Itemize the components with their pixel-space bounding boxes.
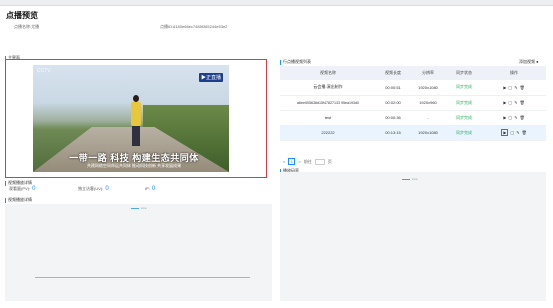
live-badge: ▶正直播 xyxy=(198,73,223,82)
section-marker xyxy=(5,197,6,203)
page-number[interactable]: 1 xyxy=(288,158,296,165)
preview-icon[interactable]: ▢ xyxy=(508,115,512,120)
browser-toolbar xyxy=(0,0,553,6)
video-length: 00:02:00 xyxy=(376,95,410,111)
legend-label: Line xyxy=(412,177,418,181)
table-row[interactable]: test 00:00:36 - 同步完成 ▶ ▢ ✎ 🗑 xyxy=(280,110,546,126)
edit-icon[interactable]: ✎ xyxy=(514,85,517,90)
chart-line xyxy=(35,277,250,278)
pagination: < 1 > 前往 页 xyxy=(283,158,332,165)
table-row[interactable]: 云会播-演出制作 00:00:51 1920x1080 同步完成 ▶ ▢ ✎ 🗑 xyxy=(280,80,546,96)
person-head xyxy=(133,95,139,102)
video-name: 222222 xyxy=(280,125,376,141)
row-actions: ▶ ▢ ✎ 🗑 xyxy=(482,85,546,90)
ip-stat: IP: 0 xyxy=(145,186,155,192)
add-video-button[interactable]: 添加视频 ● xyxy=(519,59,539,65)
play-icon[interactable]: ▶ xyxy=(503,85,506,90)
video-resolution: - xyxy=(410,110,446,126)
play-icon[interactable]: ▶ xyxy=(501,129,509,136)
video-length: 00:13:15 xyxy=(376,125,410,141)
delete-icon[interactable]: 🗑 xyxy=(520,85,525,90)
video-resolution: 1920x1080 xyxy=(410,80,446,96)
legend-label: Line xyxy=(141,206,147,210)
ip-label: IP: xyxy=(145,186,150,191)
edit-icon[interactable]: ✎ xyxy=(514,100,517,105)
channel-logo: CCTV xyxy=(37,68,51,74)
uv-value: 0 xyxy=(105,186,109,192)
next-page-button[interactable]: > xyxy=(298,159,300,164)
person-legs xyxy=(132,126,140,146)
col-ops: 操作 xyxy=(482,66,546,80)
row-actions: ▶ ▢ ✎ 🗑 xyxy=(482,100,546,105)
col-resolution: 分辨率 xyxy=(410,66,446,80)
video-table: 视频名称 视频长度 分辨率 同步状态 操作 云会播-演出制作 00:00:51 … xyxy=(280,66,546,141)
video-player[interactable]: CCTV ▶正直播 一带一路 科技 构建生态共同体 共建网络空间命运共同体 推动… xyxy=(33,65,229,172)
chart-legend: Line xyxy=(402,177,418,181)
col-name: 视频名称 xyxy=(280,66,376,80)
sync-status: 同步完成 xyxy=(446,125,482,141)
uv-stat: 独立访客(UV): 0 xyxy=(78,186,109,192)
video-scene-person xyxy=(129,95,143,150)
row-actions: ▶ ▢ ✎ 🗑 xyxy=(482,115,546,120)
chart-legend: Line xyxy=(131,206,147,210)
vod-id-label: 点播ID:6180e66ec7485f365244e53e2 xyxy=(160,24,228,29)
pv-value: 0 xyxy=(32,186,36,192)
detail-section-label: 视频播放详情 xyxy=(8,197,32,202)
video-subcaption: 共建网络空间命运共同体 推动科技创新 共享发展成果 xyxy=(86,163,182,168)
delete-icon[interactable]: 🗑 xyxy=(520,100,525,105)
video-resolution: 1920x1080 xyxy=(410,125,446,141)
pv-stat: 观看量(PV): 0 xyxy=(9,186,35,192)
edit-icon[interactable]: ✎ xyxy=(514,115,517,120)
prev-page-button[interactable]: < xyxy=(283,159,285,164)
sync-status: 同步完成 xyxy=(446,80,482,96)
page-title: 点播预览 xyxy=(6,11,38,20)
video-resolution: 1920x960 xyxy=(410,95,446,111)
bitrate-chart: Line xyxy=(280,172,546,301)
delete-icon[interactable]: 🗑 xyxy=(522,130,527,135)
list-section-title: 行点播视频列表 xyxy=(280,59,311,65)
preview-icon[interactable]: ▢ xyxy=(508,100,512,105)
goto-label: 前往 xyxy=(303,158,312,164)
preview-icon[interactable]: ▢ xyxy=(510,130,514,135)
play-icon[interactable]: ▶ xyxy=(503,115,506,120)
vod-name-label: 点播名称:尤播 xyxy=(14,24,40,29)
page-unit-label: 页 xyxy=(327,158,332,164)
legend-swatch xyxy=(131,207,139,209)
delete-icon[interactable]: 🗑 xyxy=(520,115,525,120)
add-video-label: 添加视频 xyxy=(519,59,535,64)
table-row[interactable]: a6ee505638d15f47827133 95ea193d0 00:02:0… xyxy=(280,95,546,111)
sync-status: 同步完成 xyxy=(446,95,482,111)
video-name: 云会播-演出制作 xyxy=(280,80,376,96)
video-length: 00:00:36 xyxy=(376,110,410,126)
sync-status: 同步完成 xyxy=(446,110,482,126)
video-name: a6ee505638d15f47827133 95ea193d0 xyxy=(280,95,376,111)
table-header: 视频名称 视频长度 分辨率 同步状态 操作 xyxy=(280,66,546,80)
playback-detail-chart: Line xyxy=(5,204,272,301)
list-section-label: 行点播视频列表 xyxy=(283,59,311,64)
uv-label: 独立访客(UV): xyxy=(78,186,104,191)
legend-swatch xyxy=(402,178,410,180)
ip-value: 0 xyxy=(151,186,156,192)
section-marker xyxy=(5,180,6,186)
table-row[interactable]: 222222 00:13:15 1920x1080 同步完成 ▶ ▢ ✎ 🗑 xyxy=(280,125,546,141)
pv-label: 观看量(PV): xyxy=(9,186,31,191)
row-actions: ▶ ▢ ✎ 🗑 xyxy=(482,129,546,136)
edit-icon[interactable]: ✎ xyxy=(516,130,519,135)
col-length: 视频长度 xyxy=(376,66,410,80)
play-icon[interactable]: ▶ xyxy=(503,100,506,105)
preview-icon[interactable]: ▢ xyxy=(508,85,512,90)
goto-page-input[interactable] xyxy=(314,158,325,165)
video-name: test xyxy=(280,110,376,126)
col-status: 同步状态 xyxy=(446,66,482,80)
detail-section-title: 视频播放详情 xyxy=(5,197,32,203)
person-body xyxy=(131,102,141,126)
section-marker xyxy=(280,59,281,65)
add-icon: ● xyxy=(536,59,539,64)
video-length: 00:00:51 xyxy=(376,80,410,96)
